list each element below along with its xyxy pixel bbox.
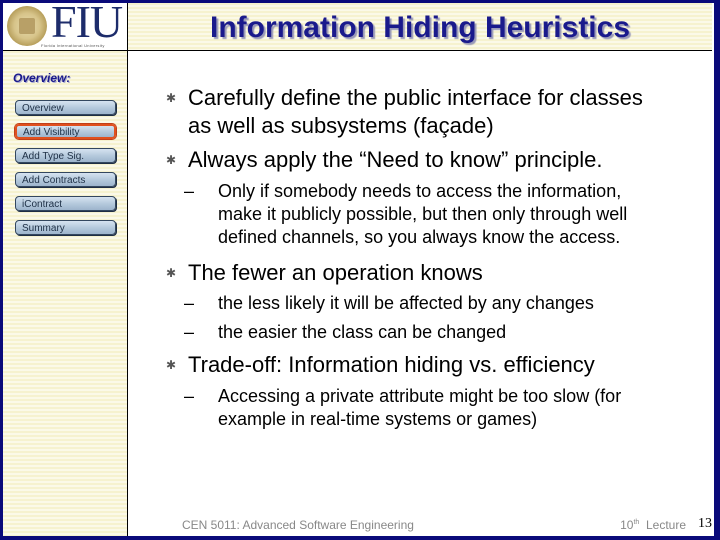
dash-bullet-icon: –: [184, 181, 195, 201]
sub-bullet-text: defined channels, so you always know the…: [218, 227, 621, 247]
bullet-item: ✱ The fewer an operation knows: [166, 259, 483, 287]
sub-bullet-text: make it publicly possible, but then only…: [218, 204, 628, 224]
course-name: CEN 5011: Advanced Software Engineering: [182, 518, 414, 532]
sub-bullet-text: Accessing a private attribute might be t…: [218, 386, 622, 406]
dash-bullet-icon: –: [184, 386, 195, 406]
sub-bullet-item: – Accessing a private attribute might be…: [184, 385, 622, 431]
lecture-label: 10th Lecture: [620, 518, 686, 532]
slide-title: Information Hiding Heuristics: [209, 11, 631, 44]
page-number: 13: [698, 516, 712, 531]
bullet-item: ✱ Always apply the “Need to know” princi…: [166, 146, 603, 174]
title-bar: Information Hiding Heuristics: [128, 3, 712, 51]
sub-bullet-text: the less likely it will be affected by a…: [218, 293, 594, 313]
nav-button-add-type-sig[interactable]: Add Type Sig.: [15, 148, 116, 163]
bullet-text: as well as subsystems (façade): [188, 113, 494, 138]
sub-bullet-text: Only if somebody needs to access the inf…: [218, 181, 622, 201]
lecture-word: Lecture: [645, 518, 686, 532]
sub-bullet-text: example in real-time systems or games): [218, 409, 538, 429]
bullet-text: The fewer an operation knows: [188, 260, 483, 285]
nav-button-add-contracts[interactable]: Add Contracts: [15, 172, 116, 187]
bullet-item: ✱ Carefully define the public interface …: [166, 84, 643, 140]
asterisk-bullet-icon: ✱: [166, 91, 177, 105]
logo-text: FIU: [51, 3, 123, 47]
lecture-number: 10: [620, 518, 634, 532]
slide-content: ✱ Carefully define the public interface …: [128, 51, 712, 536]
bullet-text: Carefully define the public interface fo…: [188, 85, 643, 110]
dash-bullet-icon: –: [184, 322, 195, 342]
dash-bullet-icon: –: [184, 293, 195, 313]
nav-button-summary[interactable]: Summary: [15, 220, 116, 235]
asterisk-bullet-icon: ✱: [166, 153, 177, 167]
sub-bullet-text: the easier the class can be changed: [218, 322, 507, 342]
sidebar-heading: Overview:: [13, 71, 71, 85]
asterisk-bullet-icon: ✱: [166, 358, 177, 372]
nav-button-add-visibility[interactable]: Add Visibility: [15, 124, 116, 139]
sub-bullet-item: – the easier the class can be changed: [184, 321, 507, 344]
sidebar: Overview: Overview Add Visibility Add Ty…: [3, 51, 128, 536]
bullet-text: Trade-off: Information hiding vs. effici…: [188, 352, 595, 377]
university-seal-icon: [7, 6, 47, 46]
nav-button-overview[interactable]: Overview: [15, 100, 116, 115]
slide-footer: CEN 5011: Advanced Software Engineering …: [128, 513, 712, 533]
logo-subtitle: Florida International University: [41, 43, 105, 48]
lecture-ordinal: th: [633, 519, 640, 526]
nav-button-icontract[interactable]: iContract: [15, 196, 116, 211]
bullet-text: Always apply the “Need to know” principl…: [188, 147, 603, 172]
sub-bullet-item: – the less likely it will be affected by…: [184, 292, 594, 315]
sub-bullet-item: – Only if somebody needs to access the i…: [184, 180, 628, 249]
fiu-logo: FIU Florida International University: [3, 3, 128, 51]
asterisk-bullet-icon: ✱: [166, 266, 177, 280]
slide: FIU Florida International University Inf…: [3, 3, 714, 536]
bullet-item: ✱ Trade-off: Information hiding vs. effi…: [166, 351, 595, 379]
